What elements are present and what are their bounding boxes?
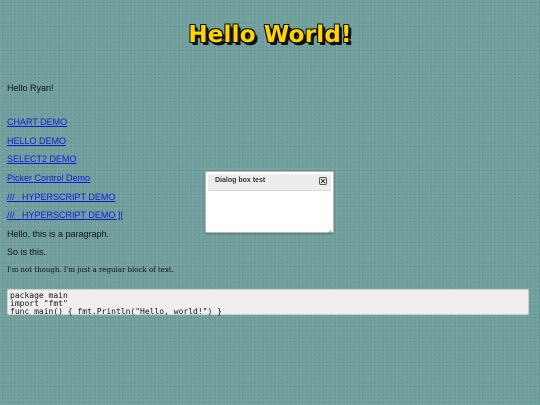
hello-demo-link[interactable]: HELLO DEMO bbox=[7, 136, 66, 146]
close-icon[interactable] bbox=[319, 177, 327, 185]
chart-demo-link[interactable]: CHART DEMO bbox=[7, 117, 67, 127]
dialog-title: Dialog box test bbox=[215, 177, 266, 184]
resize-grip-icon[interactable] bbox=[327, 226, 332, 234]
dialog-titlebar[interactable]: Dialog box test bbox=[208, 174, 331, 191]
hyperscript-demo-link[interactable]: ///_ HYPERSCRIPT DEMO bbox=[7, 192, 115, 202]
picker-control-demo-link[interactable]: Picker Control Demo bbox=[7, 173, 90, 183]
page-title: Hello World! bbox=[188, 22, 352, 48]
dialog-content bbox=[208, 192, 331, 230]
regular-text-block: I'm not though. I'm just a regular block… bbox=[7, 266, 174, 274]
greeting-text: Hello Ryan! bbox=[7, 83, 54, 93]
code-line: package main bbox=[10, 291, 68, 300]
paragraph-text: Hello, this is a paragraph. bbox=[7, 229, 110, 239]
dialog-box[interactable]: Dialog box test bbox=[205, 171, 334, 234]
code-line: func main() { fmt.Println("Hello, world!… bbox=[10, 307, 222, 316]
paragraph-text-2: So is this. bbox=[7, 247, 47, 257]
hyperscript-demo-2-link[interactable]: ///_ HYPERSCRIPT DEMO ][ bbox=[7, 210, 123, 220]
select2-demo-link[interactable]: SELECT2 DEMO bbox=[7, 154, 77, 164]
code-block: package main import "fmt" func main() { … bbox=[7, 289, 529, 316]
